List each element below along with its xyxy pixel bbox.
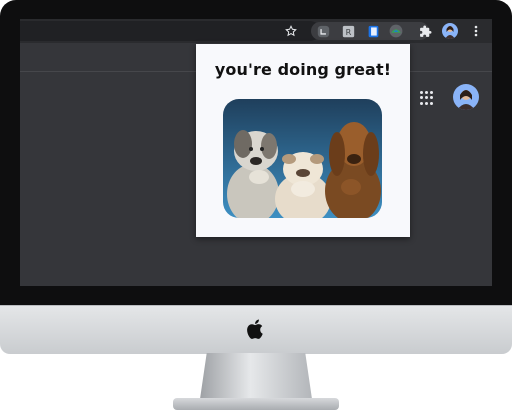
puzzle-extensions-icon[interactable]	[417, 23, 433, 39]
more-menu-icon[interactable]	[468, 23, 484, 39]
browser-window: R you're doing great!	[20, 19, 492, 286]
monitor-stand-base	[173, 398, 339, 410]
popup-title: you're doing great!	[214, 60, 392, 79]
extension-book-icon[interactable]	[365, 23, 381, 39]
extension-active-icon[interactable]	[388, 23, 404, 39]
extension-1-icon[interactable]	[315, 23, 331, 39]
address-bar[interactable]	[20, 21, 320, 41]
profile-avatar[interactable]	[442, 23, 458, 39]
extension-r-icon[interactable]: R	[340, 23, 356, 39]
monitor-stand	[200, 353, 312, 399]
bookmark-star-icon[interactable]	[283, 23, 299, 39]
browser-toolbar: R	[20, 19, 492, 43]
dogs-image	[223, 99, 382, 218]
svg-text:R: R	[345, 26, 351, 36]
extension-popup: you're doing great!	[196, 44, 410, 237]
account-avatar[interactable]	[453, 84, 479, 110]
apple-logo-icon	[246, 318, 266, 340]
google-apps-icon[interactable]	[420, 91, 434, 105]
